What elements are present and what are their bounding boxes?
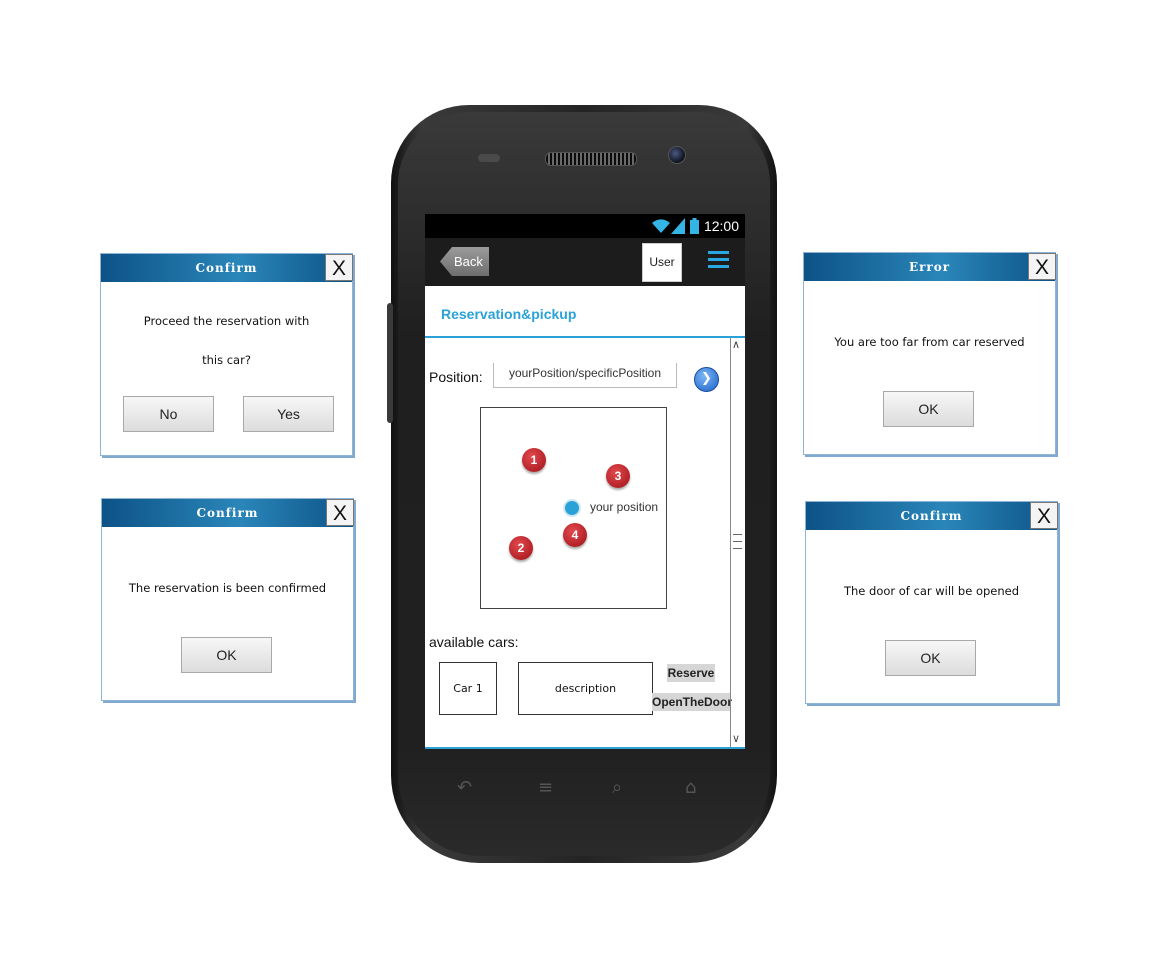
dialog-title: Error [804,253,1055,281]
scroll-down-icon[interactable]: ∨ [732,732,740,745]
error-dialog: Error X You are too far from car reserve… [803,252,1056,455]
map-view[interactable]: 1 2 3 4 your position [480,407,667,609]
dialog-message: The reservation is been confirmed [128,581,327,595]
car-pin-4[interactable]: 4 [563,523,587,547]
ok-button[interactable]: OK [883,391,974,427]
close-button[interactable]: X [1030,502,1058,529]
car-pin-2[interactable]: 2 [509,536,533,560]
position-input[interactable]: yourPosition/specificPosition [493,363,677,388]
back-nav-icon[interactable]: ↶ [457,777,472,798]
scroll-thumb-line [733,541,742,542]
battery-icon [690,218,699,234]
proximity-sensor [478,154,500,162]
side-button[interactable] [387,303,393,423]
dialog-message-line2: this car? [202,353,251,367]
home-nav-icon[interactable]: ⌂ [685,777,696,798]
reserve-button[interactable]: Reserve [667,664,715,682]
close-button[interactable]: X [1028,253,1056,280]
scroll-up-icon[interactable]: ∧ [732,338,740,351]
available-cars-label: available cars: [429,634,519,650]
go-arrow-icon[interactable]: ❯ [694,367,719,392]
search-nav-icon[interactable]: ⌕ [612,777,622,798]
user-button[interactable]: User [642,243,682,282]
door-open-dialog: Confirm X The door of car will be opened… [805,501,1058,704]
ok-button[interactable]: OK [885,640,976,676]
reservation-confirmed-dialog: Confirm X The reservation is been confir… [101,498,354,701]
scroll-thumb[interactable] [733,534,742,535]
car-name[interactable]: Car 1 [439,662,497,715]
ok-button[interactable]: OK [181,637,272,673]
status-bar: 12:00 [425,214,745,238]
open-door-button[interactable]: OpenTheDoor [652,693,732,711]
car-pin-3[interactable]: 3 [606,464,630,488]
action-bar: Back User [425,238,745,286]
menu-nav-icon[interactable]: ≡ [538,777,553,798]
front-camera [668,146,686,164]
dialog-message: You are too far from car reserved [834,335,1025,349]
back-button[interactable]: Back [440,247,489,276]
position-label: Position: [429,369,483,385]
screen-bottom-line [425,747,745,749]
close-button[interactable]: X [326,499,354,526]
phone-screen: 12:00 Back User Reservation&pickup Posit… [425,214,745,749]
confirm-reservation-dialog: Confirm X Proceed the reservation with t… [100,253,353,456]
dialog-title: Confirm [102,499,353,527]
your-position-marker [563,499,581,517]
scrollbar[interactable]: ∧ ∨ [730,338,744,749]
dialog-title: Confirm [101,254,352,282]
no-button[interactable]: No [123,396,214,432]
clock: 12:00 [703,218,739,234]
wifi-icon [652,219,670,233]
your-position-label: your position [590,500,659,514]
signal-icon [671,218,685,234]
car-pin-1[interactable]: 1 [522,448,546,472]
close-button[interactable]: X [325,254,353,281]
earpiece-speaker [545,152,637,166]
hamburger-menu-icon[interactable] [708,251,729,268]
title-divider [425,336,745,338]
dialog-title: Confirm [806,502,1057,530]
scroll-thumb-line [733,548,742,549]
car-description: description [518,662,653,715]
page-title: Reservation&pickup [441,306,577,322]
dialog-message: Proceed the reservation with [143,314,310,328]
dialog-message: The door of car will be opened [843,584,1020,598]
yes-button[interactable]: Yes [243,396,334,432]
